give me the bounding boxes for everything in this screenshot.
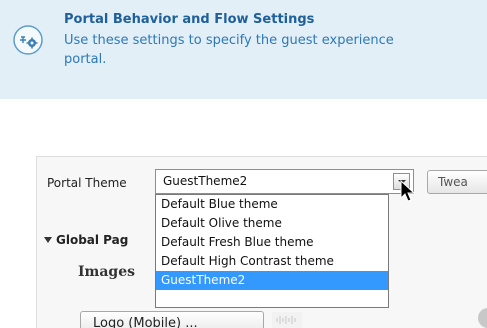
theme-option[interactable]: Default Olive theme: [156, 214, 388, 233]
banner-description-line-2: portal.: [64, 52, 107, 67]
banner-description: Use these settings to specify the guest …: [64, 31, 484, 69]
theme-option-selected[interactable]: GuestTheme2: [156, 271, 388, 290]
collapse-triangle-icon[interactable]: [44, 237, 52, 243]
tweaks-button[interactable]: Twea: [427, 170, 487, 194]
portal-theme-dropdown[interactable]: Default Blue theme Default Olive theme D…: [155, 194, 389, 308]
portal-settings-icon: [13, 25, 43, 55]
logo-mobile-button[interactable]: Logo (Mobile) ...: [80, 311, 264, 328]
images-label: Images: [78, 264, 136, 280]
portal-theme-select[interactable]: GuestTheme2: [155, 169, 414, 194]
logo-thumbnail: [272, 312, 302, 328]
theme-option[interactable]: Default High Contrast theme: [156, 252, 388, 271]
portal-theme-label: Portal Theme: [47, 176, 127, 190]
banner-description-line-1: Use these settings to specify the guest …: [64, 33, 394, 48]
theme-option[interactable]: Default Fresh Blue theme: [156, 233, 388, 252]
banner-title: Portal Behavior and Flow Settings: [64, 12, 315, 27]
portal-theme-selected-value: GuestTheme2: [163, 174, 248, 188]
global-section-title[interactable]: Global Pag: [56, 233, 128, 247]
theme-option[interactable]: Default Blue theme: [156, 195, 388, 214]
mouse-cursor-icon: [400, 179, 416, 204]
info-banner: Portal Behavior and Flow Settings Use th…: [0, 0, 487, 99]
